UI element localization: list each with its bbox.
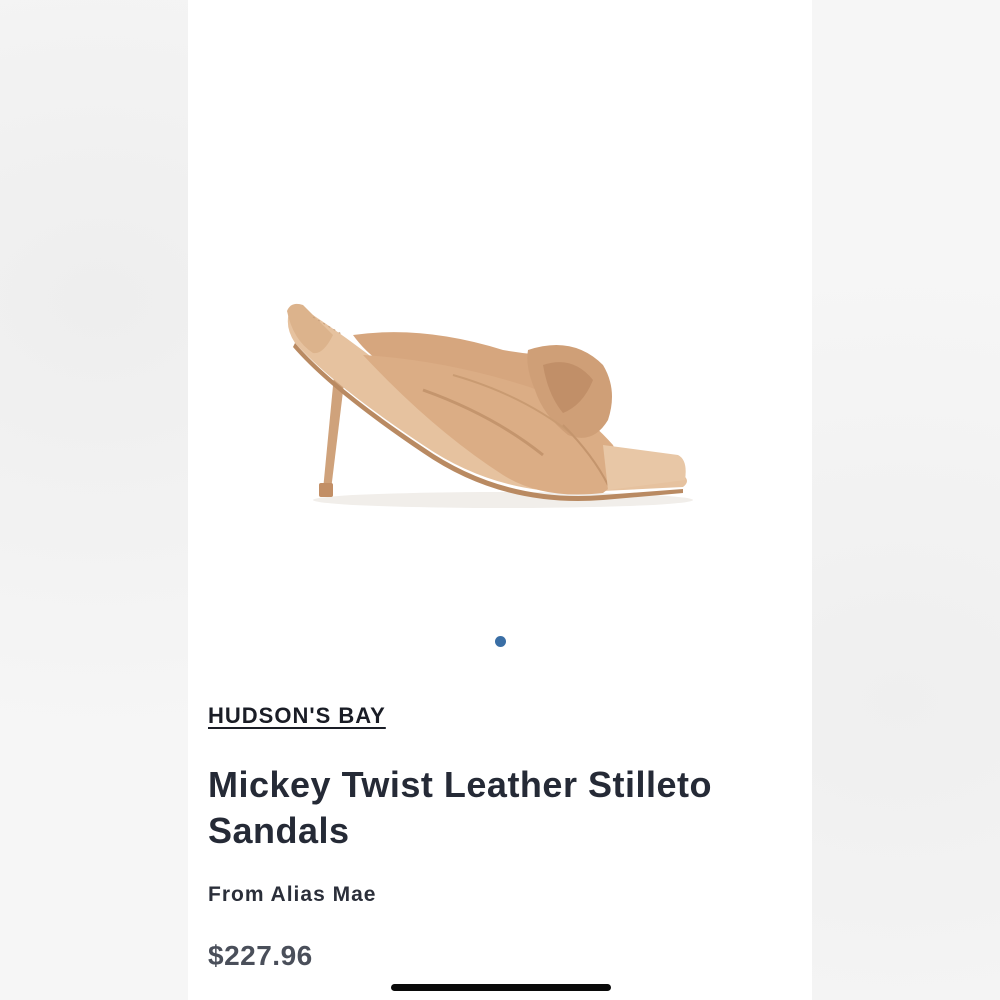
carousel-indicator — [188, 636, 812, 647]
product-screen: HUDSON'S BAY Mickey Twist Leather Stille… — [188, 0, 812, 1000]
product-image[interactable] — [188, 0, 812, 620]
product-title: Mickey Twist Leather Stilleto Sandals — [208, 764, 712, 851]
carousel-dot-active[interactable] — [494, 636, 506, 647]
brand-link[interactable]: HUDSON'S BAY — [208, 703, 386, 729]
home-indicator[interactable] — [391, 984, 611, 991]
sandal-illustration — [287, 303, 693, 508]
seller-label: From Alias Mae — [208, 883, 377, 906]
price: $227.96 — [208, 940, 313, 971]
